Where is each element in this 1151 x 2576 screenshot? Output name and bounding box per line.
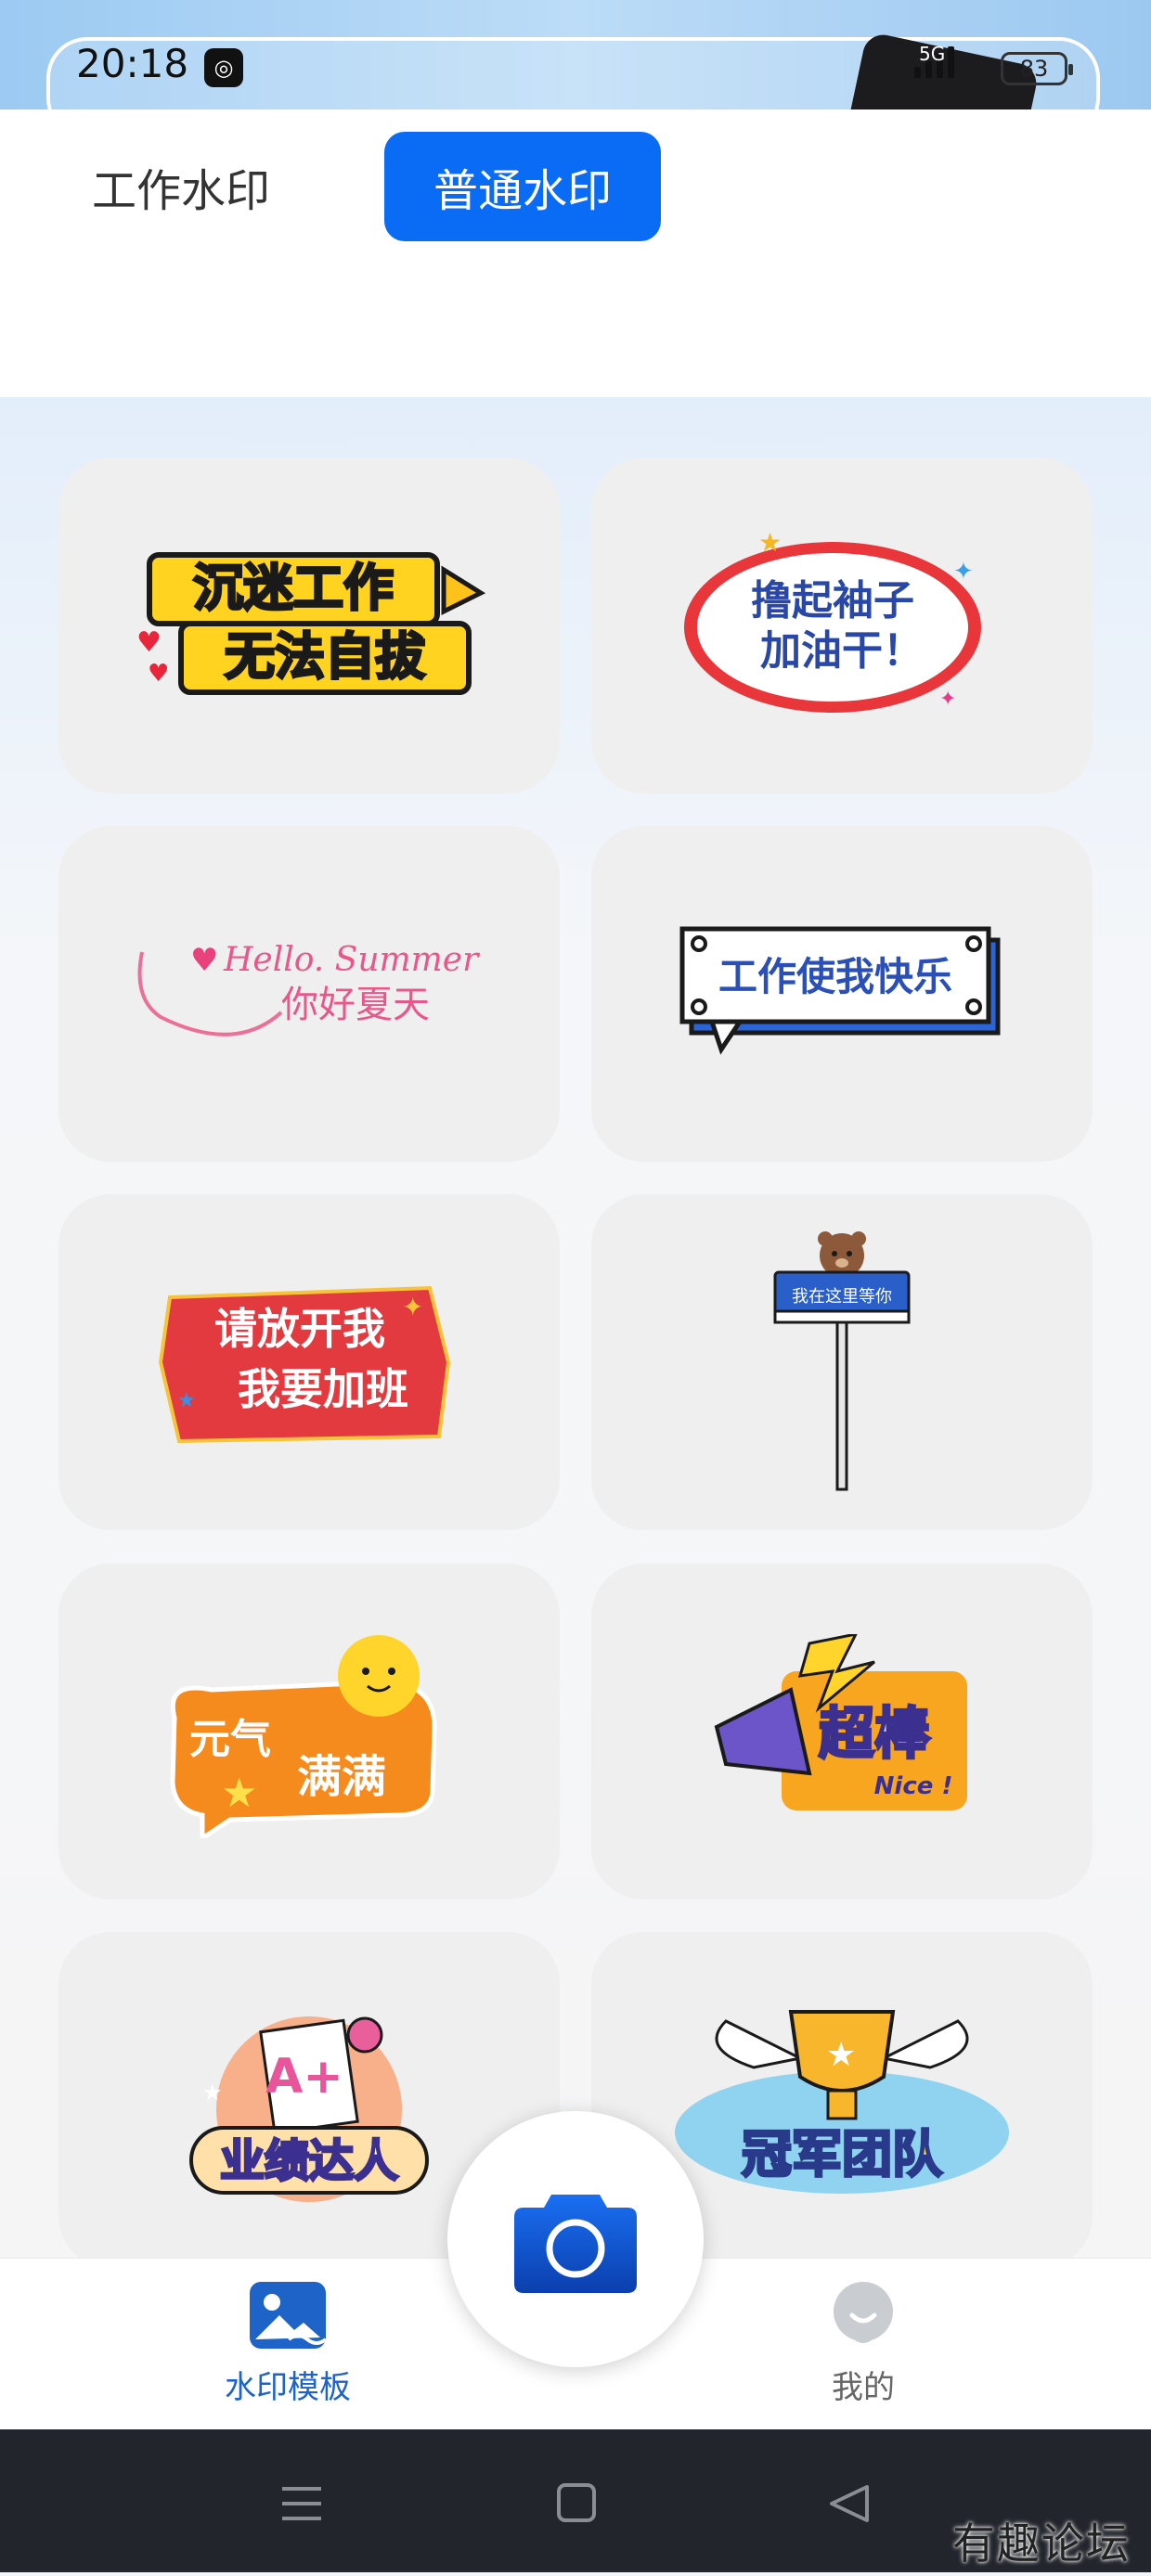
menu-icon[interactable] — [282, 2487, 321, 2520]
tab-normal-watermark[interactable]: 普通水印 — [384, 132, 661, 241]
site-watermark: 有趣论坛 — [952, 2518, 1131, 2569]
sticker-text-line2: 我要加班 — [238, 1364, 408, 1414]
sticker-roll-up-sleeves: 撸起袖子 加油干！ ★ ✦ ✦ — [684, 527, 981, 713]
sticker-text-line1: 我在这里等你 — [792, 1287, 892, 1307]
sticker-full-of-energy: 元气 满满 ★ — [170, 1635, 437, 1838]
sticker-text-line1: Hello. Summer — [223, 941, 480, 979]
sticker-hello-summer: ♥ Hello. Summer 你好夏天 — [137, 941, 480, 1037]
sparkle-icon: ✦ — [953, 558, 974, 586]
sticker-awesome-nice: 超棒 Nice ! — [714, 1634, 967, 1810]
sticker-let-me-work-overtime: 请放开我 我要加班 ✦ ★ — [158, 1285, 451, 1444]
sparkle-icon: ✦ — [402, 1292, 423, 1322]
sticker-champion-team: ★ 冠军团队 — [675, 2010, 1009, 2194]
sticker-waiting-for-you: 我在这里等你 — [773, 1231, 911, 1491]
nav-templates-label: 水印模板 — [225, 2369, 351, 2406]
sticker-card-waiting-for-you[interactable]: 我在这里等你 — [591, 1194, 1093, 1530]
sticker-performance-star: A+ 业绩达人 ★ — [189, 2016, 429, 2202]
heart-icon: ♥ — [136, 626, 162, 659]
sticker-text-line2: 满满 — [297, 1751, 386, 1803]
battery-level: 83 — [1019, 56, 1049, 82]
sticker-card-let-me-work-overtime[interactable]: 请放开我 我要加班 ✦ ★ — [58, 1194, 560, 1530]
sticker-text-line1: A+ — [265, 2049, 343, 2105]
star-icon: ★ — [202, 2080, 223, 2106]
sticker-card-work-makes-me-happy[interactable]: 工作使我快乐 — [591, 826, 1093, 1162]
tab-work-watermark[interactable]: 工作水印 — [65, 132, 297, 241]
nav-mine[interactable]: 我的 — [761, 2278, 965, 2417]
sticker-text-line1: 冠军团队 — [742, 2125, 943, 2183]
image-template-icon — [250, 2282, 328, 2349]
sticker-work-makes-me-happy: 工作使我快乐 — [679, 926, 1001, 1055]
star-icon: ★ — [758, 527, 782, 558]
star-icon: ★ — [221, 1770, 257, 1817]
sticker-addicted-to-work: 沉迷工作 无法自拔 ♥ ♥ — [136, 552, 486, 695]
sticker-text-line2: Nice ! — [874, 1772, 953, 1800]
sticker-text-line1: 工作使我快乐 — [718, 954, 952, 999]
sticker-text-line1: 元气 — [189, 1716, 271, 1763]
battery-icon: 83 — [1001, 52, 1073, 85]
camera-icon — [514, 2195, 637, 2293]
sticker-text-line2: 业绩达人 — [220, 2135, 398, 2187]
sticker-text-line1: 请放开我 — [214, 1304, 385, 1354]
sticker-text-line1: 沉迷工作 — [193, 559, 394, 617]
app-notification-icon: ◎ — [204, 48, 243, 87]
nav-watermark-templates[interactable]: 水印模板 — [186, 2278, 390, 2417]
sparkle-icon: ✦ — [939, 688, 956, 711]
sticker-card-addicted-to-work[interactable]: 沉迷工作 无法自拔 ♥ ♥ — [58, 457, 560, 793]
user-profile-icon — [834, 2282, 893, 2343]
network-label: 5G — [919, 43, 946, 65]
status-time: 20:18 — [76, 41, 189, 86]
sticker-text-line1: 超棒 — [819, 1702, 931, 1767]
star-icon: ★ — [826, 2036, 856, 2074]
sticker-text-line1: 撸起袖子 — [751, 577, 914, 625]
back-icon[interactable] — [830, 2485, 869, 2522]
home-icon[interactable] — [557, 2483, 596, 2522]
heart-icon: ♥ — [190, 942, 218, 979]
sticker-text-line2: 加油干！ — [760, 627, 924, 675]
sticker-text-line2: 无法自拔 — [225, 627, 425, 686]
nav-mine-label: 我的 — [832, 2369, 895, 2406]
heart-icon: ♥ — [148, 660, 169, 688]
star-icon: ★ — [177, 1389, 196, 1412]
sticker-text-line2: 你好夏天 — [281, 984, 430, 1026]
sticker-card-roll-up-sleeves[interactable]: 撸起袖子 加油干！ ★ ✦ ✦ — [591, 457, 1093, 793]
sticker-card-awesome-nice[interactable]: 超棒 Nice ! — [591, 1564, 1093, 1900]
sticker-card-hello-summer[interactable]: ♥ Hello. Summer 你好夏天 — [58, 826, 560, 1162]
sticker-card-full-of-energy[interactable]: 元气 满满 ★ — [58, 1564, 560, 1900]
camera-button[interactable] — [447, 2111, 704, 2367]
